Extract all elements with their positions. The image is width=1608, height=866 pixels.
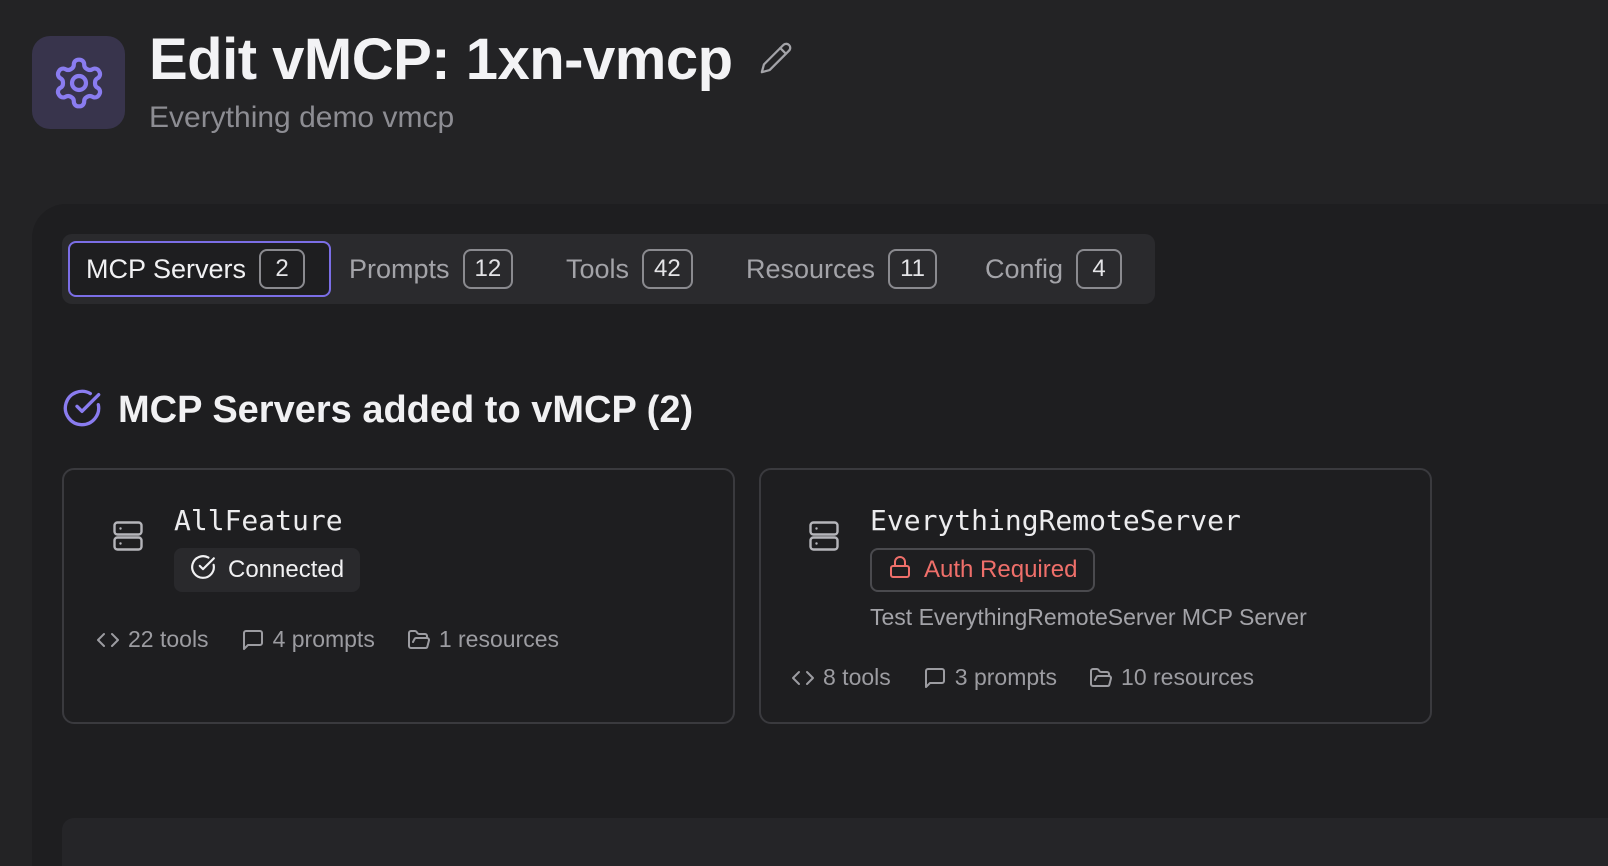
server-card-allfeature[interactable]: AllFeature Connected 22 tools 4 prompts bbox=[62, 468, 735, 724]
tab-count-badge: 11 bbox=[888, 249, 937, 289]
folder-open-icon bbox=[407, 629, 430, 649]
message-square-icon bbox=[242, 629, 263, 650]
page-title: Edit vMCP: 1xn-vmcp bbox=[149, 27, 733, 92]
status-label: Auth Required bbox=[924, 556, 1078, 583]
tools-count: 8 tools bbox=[791, 664, 891, 691]
status-badge: Connected bbox=[174, 548, 361, 592]
resources-count: 10 resources bbox=[1089, 664, 1254, 691]
section-title: MCP Servers added to vMCP (2) bbox=[118, 389, 694, 431]
status-label: Connected bbox=[228, 556, 345, 583]
status-badge[interactable]: Auth Required bbox=[870, 548, 1096, 592]
tab-label: MCP Servers bbox=[86, 253, 247, 284]
server-icon bbox=[806, 518, 842, 554]
server-name: AllFeature bbox=[174, 504, 343, 537]
server-icon bbox=[110, 518, 146, 554]
edit-title-button[interactable] bbox=[756, 40, 796, 80]
code-icon bbox=[97, 632, 119, 647]
check-circle-icon bbox=[62, 388, 102, 433]
tools-count: 22 tools bbox=[96, 626, 209, 653]
tab-count-badge: 42 bbox=[642, 249, 693, 289]
tab-count-badge: 12 bbox=[462, 249, 514, 289]
tab-label: Prompts bbox=[349, 253, 450, 284]
tab-resources[interactable]: Resources 11 bbox=[746, 241, 937, 297]
server-stats: 8 tools 3 prompts 10 resources bbox=[791, 664, 1254, 691]
tab-count-badge: 2 bbox=[259, 249, 306, 289]
lock-icon bbox=[888, 555, 912, 586]
tab-tools[interactable]: Tools 42 bbox=[566, 241, 693, 297]
server-stats: 22 tools 4 prompts 1 resources bbox=[96, 626, 559, 653]
code-icon bbox=[792, 670, 814, 685]
gear-icon bbox=[32, 36, 125, 129]
edit-vmcp-page: Edit vMCP: 1xn-vmcp Everything demo vmcp… bbox=[0, 0, 1608, 866]
pencil-icon bbox=[759, 41, 793, 80]
tab-label: Tools bbox=[566, 253, 630, 284]
folder-open-icon bbox=[1090, 667, 1112, 687]
tab-label: Config bbox=[985, 253, 1064, 284]
prompts-count: 4 prompts bbox=[241, 626, 375, 653]
tab-label: Resources bbox=[746, 253, 876, 284]
resources-count: 1 resources bbox=[407, 626, 559, 653]
tab-mcp-servers[interactable]: MCP Servers 2 bbox=[68, 241, 331, 297]
server-description: Test EverythingRemoteServer MCP Server bbox=[870, 604, 1307, 630]
prompts-count: 3 prompts bbox=[923, 664, 1057, 691]
server-name: EverythingRemoteServer bbox=[870, 504, 1241, 537]
tab-config[interactable]: Config 4 bbox=[985, 241, 1123, 297]
section-heading: MCP Servers added to vMCP (2) bbox=[62, 386, 693, 434]
check-circle-icon bbox=[190, 554, 216, 587]
page-subtitle: Everything demo vmcp bbox=[149, 101, 455, 134]
tab-count-badge: 4 bbox=[1076, 249, 1123, 289]
tab-prompts[interactable]: Prompts 12 bbox=[349, 241, 514, 297]
server-card-everythingremoteserver[interactable]: EverythingRemoteServer Auth Required Tes… bbox=[759, 468, 1432, 724]
message-square-icon bbox=[924, 667, 945, 688]
next-section-panel bbox=[62, 818, 1608, 866]
